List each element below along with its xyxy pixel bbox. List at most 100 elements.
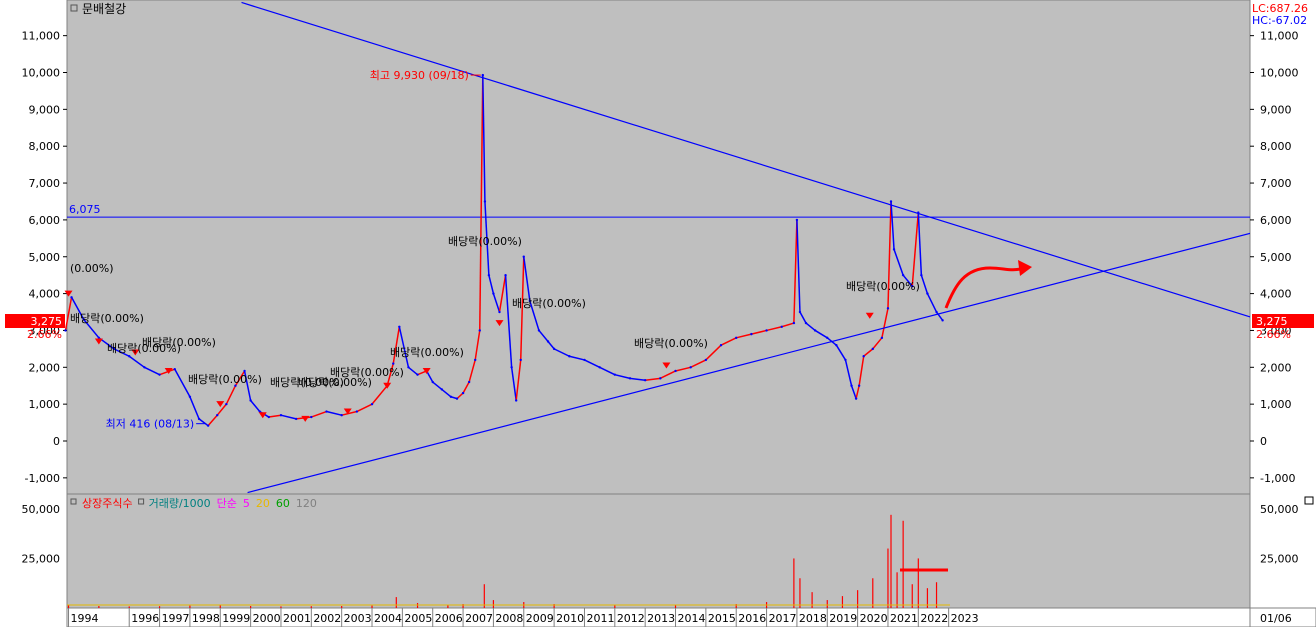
volume-tick-label: 50,000: [1260, 503, 1299, 516]
x-tick-label: 2013: [647, 612, 675, 625]
dividend-label: 배당락(0.00%): [512, 297, 586, 310]
x-tick-label: 2016: [738, 612, 766, 625]
price-point: [926, 292, 929, 295]
price-point: [546, 340, 550, 343]
y-tick-label: 4,000: [29, 288, 61, 301]
price-point: [871, 347, 874, 351]
price-point: [613, 373, 617, 376]
x-tick-label: 2017: [769, 612, 797, 625]
price-point: [750, 332, 753, 336]
price-point: [857, 384, 861, 387]
x-tick-label: 1999: [222, 612, 250, 625]
price-point: [920, 273, 923, 277]
y-tick-label: 1,000: [1260, 398, 1292, 411]
volume-tick-label: 25,000: [22, 552, 61, 565]
price-point: [643, 378, 647, 382]
price-point: [355, 410, 359, 413]
price-point: [431, 380, 434, 384]
y-tick-label: 8,000: [1260, 140, 1292, 153]
price-point: [792, 321, 796, 325]
price-point: [449, 395, 453, 398]
price-panel: [66, 0, 1251, 495]
price-point: [128, 355, 131, 358]
price-point: [474, 358, 477, 362]
hc-label: HC:-67.02: [1252, 14, 1307, 27]
price-point: [674, 369, 677, 373]
dividend-label: 배당락(0.00%): [188, 373, 262, 386]
price-point: [487, 273, 491, 277]
volume-legend-item: 20: [256, 497, 270, 510]
price-point: [492, 292, 495, 295]
price-point: [901, 273, 905, 277]
price-point: [143, 366, 146, 369]
volume-legend-item: 5: [243, 497, 250, 510]
x-tick-label: 2006: [435, 612, 463, 625]
x-tick-label: 2002: [313, 612, 341, 625]
price-point: [568, 355, 571, 358]
dividend-label: 배당락(0.00%): [330, 366, 404, 379]
volume-tick-label: 25,000: [1260, 552, 1299, 565]
y-tick-label: 2,000: [29, 361, 61, 374]
price-point: [735, 336, 738, 340]
price-point: [844, 358, 847, 362]
y-tick-label: -1,000: [1260, 472, 1295, 485]
y-tick-label: 8,000: [29, 140, 61, 153]
y-tick-label: 9,000: [1260, 103, 1292, 116]
price-chart: -1,00001,0002,0003,0004,0005,0006,0007,0…: [0, 0, 1316, 628]
price-point: [498, 310, 501, 314]
dividend-label: 배당락(0.00%): [390, 346, 464, 359]
x-tick-label: 2012: [617, 612, 645, 625]
y-tick-label: 7,000: [1260, 177, 1292, 190]
x-tick-label: 2022: [920, 612, 948, 625]
y-tick-label: 2,000: [1260, 361, 1292, 374]
price-point: [370, 402, 374, 406]
volume-panel: [66, 493, 1251, 609]
price-point: [780, 325, 783, 328]
x-tick-label: 2003: [344, 612, 372, 625]
x-tick-label: 1994: [71, 612, 99, 625]
price-point: [481, 73, 484, 77]
price-point: [719, 343, 723, 347]
x-tick-label: 2004: [374, 612, 402, 625]
chart-root: -1,000 0 1,000 2,000 3,000 4,000 5,000 6,000 7,0…: [0, 0, 1316, 628]
price-point: [941, 319, 944, 322]
current-price-left: 3,275: [31, 315, 63, 328]
price-point: [659, 377, 662, 380]
y-tick-label: 9,000: [29, 103, 61, 116]
price-point: [243, 369, 246, 373]
price-point: [504, 273, 507, 277]
x-tick-label: 2015: [708, 612, 736, 625]
price-point: [689, 366, 692, 369]
x-tick-label: 2008: [495, 612, 523, 625]
high-annotation: 최고 9,930 (09/18): [370, 69, 469, 82]
price-point: [704, 358, 708, 362]
x-tick-label: 2005: [404, 612, 432, 625]
price-point: [598, 366, 601, 369]
x-tick-label: 1998: [192, 612, 220, 625]
y-tick-label: 1,000: [29, 398, 61, 411]
volume-legend-item: 상장주식수: [82, 497, 133, 510]
price-point: [392, 362, 395, 365]
horizontal-line-label: 6,075: [69, 203, 101, 216]
y-tick-label: 11,000: [1260, 30, 1299, 43]
price-point: [522, 255, 525, 258]
price-point: [862, 355, 865, 358]
dividend-label: 배당락(0.00%): [448, 235, 522, 248]
price-point: [398, 325, 401, 328]
price-point: [440, 388, 444, 391]
price-point: [583, 358, 586, 362]
price-point: [407, 366, 410, 369]
x-tick-label: 1996: [131, 612, 159, 625]
x-date-label: 01/06: [1260, 612, 1292, 625]
price-point: [892, 248, 896, 251]
price-point: [813, 329, 817, 332]
x-tick-label: 2021: [890, 612, 918, 625]
price-point: [294, 417, 298, 421]
price-point: [416, 373, 419, 376]
price-point: [197, 417, 201, 421]
y-tick-label: 6,000: [1260, 214, 1292, 227]
panel-toggle-icon[interactable]: [1304, 496, 1314, 505]
price-point: [279, 414, 283, 417]
y-tick-label: 0: [53, 435, 60, 448]
price-point: [628, 377, 632, 380]
